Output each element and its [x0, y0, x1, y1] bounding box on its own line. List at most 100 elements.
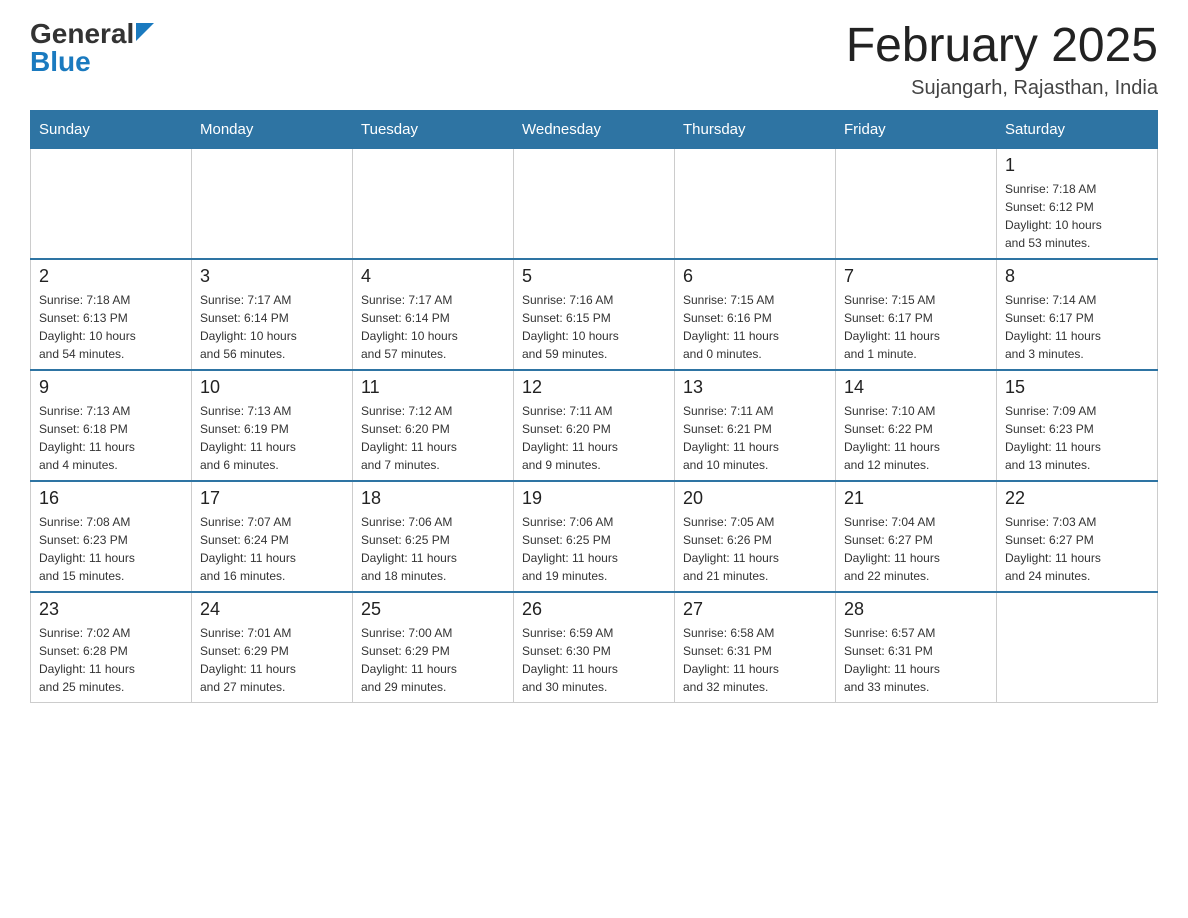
table-row: 5 Sunrise: 7:16 AM Sunset: 6:15 PM Daylig…	[514, 259, 675, 370]
day-info: Sunrise: 7:01 AM Sunset: 6:29 PM Dayligh…	[200, 624, 344, 696]
day-number: 24	[200, 599, 344, 620]
day-info: Sunrise: 7:07 AM Sunset: 6:24 PM Dayligh…	[200, 513, 344, 585]
day-number: 8	[1005, 266, 1149, 287]
day-info: Sunrise: 7:18 AM Sunset: 6:12 PM Dayligh…	[1005, 180, 1149, 252]
day-number: 5	[522, 266, 666, 287]
day-number: 27	[683, 599, 827, 620]
table-row: 25 Sunrise: 7:00 AM Sunset: 6:29 PM Dayli…	[353, 592, 514, 703]
day-number: 14	[844, 377, 988, 398]
day-info: Sunrise: 7:11 AM Sunset: 6:21 PM Dayligh…	[683, 402, 827, 474]
day-number: 18	[361, 488, 505, 509]
calendar-table: Sunday Monday Tuesday Wednesday Thursday…	[30, 110, 1158, 703]
calendar-week-1: 1 Sunrise: 7:18 AM Sunset: 6:12 PM Daylig…	[31, 148, 1158, 259]
table-row: 28 Sunrise: 6:57 AM Sunset: 6:31 PM Dayli…	[836, 592, 997, 703]
day-info: Sunrise: 7:17 AM Sunset: 6:14 PM Dayligh…	[361, 291, 505, 363]
day-info: Sunrise: 6:57 AM Sunset: 6:31 PM Dayligh…	[844, 624, 988, 696]
day-info: Sunrise: 7:00 AM Sunset: 6:29 PM Dayligh…	[361, 624, 505, 696]
day-info: Sunrise: 7:11 AM Sunset: 6:20 PM Dayligh…	[522, 402, 666, 474]
table-row	[31, 148, 192, 259]
day-info: Sunrise: 7:18 AM Sunset: 6:13 PM Dayligh…	[39, 291, 183, 363]
table-row	[192, 148, 353, 259]
day-info: Sunrise: 7:14 AM Sunset: 6:17 PM Dayligh…	[1005, 291, 1149, 363]
day-number: 26	[522, 599, 666, 620]
header-tuesday: Tuesday	[353, 110, 514, 148]
table-row: 15 Sunrise: 7:09 AM Sunset: 6:23 PM Dayli…	[997, 370, 1158, 481]
table-row	[353, 148, 514, 259]
day-info: Sunrise: 7:17 AM Sunset: 6:14 PM Dayligh…	[200, 291, 344, 363]
title-section: February 2025 Sujangarh, Rajasthan, Indi…	[846, 20, 1158, 100]
table-row: 12Sunrise: 7:11 AM Sunset: 6:20 PM Dayli…	[514, 370, 675, 481]
day-info: Sunrise: 7:06 AM Sunset: 6:25 PM Dayligh…	[361, 513, 505, 585]
day-number: 3	[200, 266, 344, 287]
day-number: 19	[522, 488, 666, 509]
day-info: Sunrise: 7:16 AM Sunset: 6:15 PM Dayligh…	[522, 291, 666, 363]
day-info: Sunrise: 7:03 AM Sunset: 6:27 PM Dayligh…	[1005, 513, 1149, 585]
day-number: 20	[683, 488, 827, 509]
table-row: 13 Sunrise: 7:11 AM Sunset: 6:21 PM Dayli…	[675, 370, 836, 481]
header-sunday: Sunday	[31, 110, 192, 148]
day-number: 10	[200, 377, 344, 398]
logo-arrow-icon	[136, 23, 154, 41]
calendar-week-4: 16 Sunrise: 7:08 AM Sunset: 6:23 PM Dayli…	[31, 481, 1158, 592]
header-monday: Monday	[192, 110, 353, 148]
day-info: Sunrise: 6:58 AM Sunset: 6:31 PM Dayligh…	[683, 624, 827, 696]
table-row: 6 Sunrise: 7:15 AM Sunset: 6:16 PM Daylig…	[675, 259, 836, 370]
day-info: Sunrise: 7:12 AM Sunset: 6:20 PM Dayligh…	[361, 402, 505, 474]
location-text: Sujangarh, Rajasthan, India	[846, 77, 1158, 100]
day-number: 1	[1005, 155, 1149, 176]
table-row: 9 Sunrise: 7:13 AM Sunset: 6:18 PM Daylig…	[31, 370, 192, 481]
page-header: General Blue February 2025 Sujangarh, Ra…	[30, 20, 1158, 100]
table-row: 18 Sunrise: 7:06 AM Sunset: 6:25 PM Dayli…	[353, 481, 514, 592]
table-row: 8 Sunrise: 7:14 AM Sunset: 6:17 PM Daylig…	[997, 259, 1158, 370]
table-row	[997, 592, 1158, 703]
day-number: 13	[683, 377, 827, 398]
day-info: Sunrise: 7:04 AM Sunset: 6:27 PM Dayligh…	[844, 513, 988, 585]
calendar-week-3: 9 Sunrise: 7:13 AM Sunset: 6:18 PM Daylig…	[31, 370, 1158, 481]
day-info: Sunrise: 7:02 AM Sunset: 6:28 PM Dayligh…	[39, 624, 183, 696]
header-thursday: Thursday	[675, 110, 836, 148]
day-info: Sunrise: 7:06 AM Sunset: 6:25 PM Dayligh…	[522, 513, 666, 585]
table-row: 4 Sunrise: 7:17 AM Sunset: 6:14 PM Daylig…	[353, 259, 514, 370]
table-row: 24 Sunrise: 7:01 AM Sunset: 6:29 PM Dayli…	[192, 592, 353, 703]
header-friday: Friday	[836, 110, 997, 148]
day-number: 6	[683, 266, 827, 287]
day-number: 2	[39, 266, 183, 287]
day-info: Sunrise: 7:05 AM Sunset: 6:26 PM Dayligh…	[683, 513, 827, 585]
logo-blue-text: Blue	[30, 48, 91, 76]
day-number: 16	[39, 488, 183, 509]
day-number: 21	[844, 488, 988, 509]
table-row: 20 Sunrise: 7:05 AM Sunset: 6:26 PM Dayli…	[675, 481, 836, 592]
table-row: 16 Sunrise: 7:08 AM Sunset: 6:23 PM Dayli…	[31, 481, 192, 592]
day-number: 28	[844, 599, 988, 620]
table-row: 22Sunrise: 7:03 AM Sunset: 6:27 PM Dayli…	[997, 481, 1158, 592]
table-row: 10Sunrise: 7:13 AM Sunset: 6:19 PM Dayli…	[192, 370, 353, 481]
day-number: 9	[39, 377, 183, 398]
table-row: 27 Sunrise: 6:58 AM Sunset: 6:31 PM Dayli…	[675, 592, 836, 703]
table-row: 2 Sunrise: 7:18 AM Sunset: 6:13 PM Daylig…	[31, 259, 192, 370]
day-info: Sunrise: 7:08 AM Sunset: 6:23 PM Dayligh…	[39, 513, 183, 585]
calendar-week-5: 23Sunrise: 7:02 AM Sunset: 6:28 PM Dayli…	[31, 592, 1158, 703]
table-row: 26 Sunrise: 6:59 AM Sunset: 6:30 PM Dayli…	[514, 592, 675, 703]
table-row: 21 Sunrise: 7:04 AM Sunset: 6:27 PM Dayli…	[836, 481, 997, 592]
table-row: 7 Sunrise: 7:15 AM Sunset: 6:17 PM Daylig…	[836, 259, 997, 370]
table-row: 14 Sunrise: 7:10 AM Sunset: 6:22 PM Dayli…	[836, 370, 997, 481]
day-number: 4	[361, 266, 505, 287]
header-wednesday: Wednesday	[514, 110, 675, 148]
logo: General Blue	[30, 20, 154, 76]
day-number: 25	[361, 599, 505, 620]
table-row	[836, 148, 997, 259]
day-number: 15	[1005, 377, 1149, 398]
table-row: 3 Sunrise: 7:17 AM Sunset: 6:14 PM Daylig…	[192, 259, 353, 370]
day-info: Sunrise: 7:10 AM Sunset: 6:22 PM Dayligh…	[844, 402, 988, 474]
day-info: Sunrise: 7:13 AM Sunset: 6:18 PM Dayligh…	[39, 402, 183, 474]
day-number: 7	[844, 266, 988, 287]
day-info: Sunrise: 7:15 AM Sunset: 6:16 PM Dayligh…	[683, 291, 827, 363]
day-info: Sunrise: 7:15 AM Sunset: 6:17 PM Dayligh…	[844, 291, 988, 363]
day-number: 17	[200, 488, 344, 509]
day-info: Sunrise: 6:59 AM Sunset: 6:30 PM Dayligh…	[522, 624, 666, 696]
month-title: February 2025	[846, 20, 1158, 73]
calendar-header-row: Sunday Monday Tuesday Wednesday Thursday…	[31, 110, 1158, 148]
day-info: Sunrise: 7:09 AM Sunset: 6:23 PM Dayligh…	[1005, 402, 1149, 474]
day-number: 11	[361, 377, 505, 398]
table-row: 1 Sunrise: 7:18 AM Sunset: 6:12 PM Daylig…	[997, 148, 1158, 259]
